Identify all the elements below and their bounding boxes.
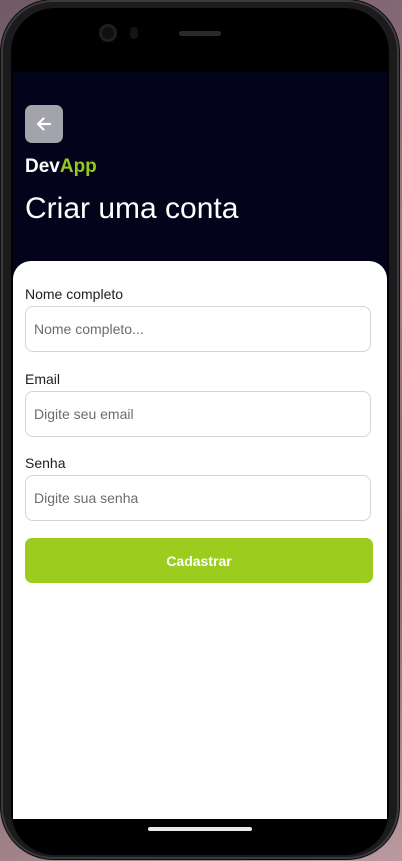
front-camera xyxy=(99,24,117,42)
page-title: Criar uma conta xyxy=(25,192,239,225)
arrow-left-icon xyxy=(36,117,52,131)
signup-form-card: Nome completo Email Senha Cadastrar xyxy=(13,261,387,819)
brand-logo: DevApp xyxy=(25,156,97,178)
password-input[interactable] xyxy=(25,475,371,521)
back-button[interactable] xyxy=(25,105,63,143)
email-label: Email xyxy=(25,371,61,387)
full-name-input[interactable] xyxy=(25,306,371,352)
camera-sensor xyxy=(130,27,138,39)
phone-frame: DevApp Criar uma conta Nome completo Ema… xyxy=(1,0,399,859)
brand-dev-text: Dev xyxy=(25,156,60,177)
earpiece-speaker xyxy=(179,31,221,36)
name-label: Nome completo xyxy=(25,286,124,302)
signup-button[interactable]: Cadastrar xyxy=(25,538,373,583)
brand-app-text: App xyxy=(59,156,97,177)
app-screen: DevApp Criar uma conta Nome completo Ema… xyxy=(13,72,387,819)
email-input[interactable] xyxy=(25,391,371,437)
home-indicator[interactable] xyxy=(148,827,252,831)
password-label: Senha xyxy=(25,455,66,471)
